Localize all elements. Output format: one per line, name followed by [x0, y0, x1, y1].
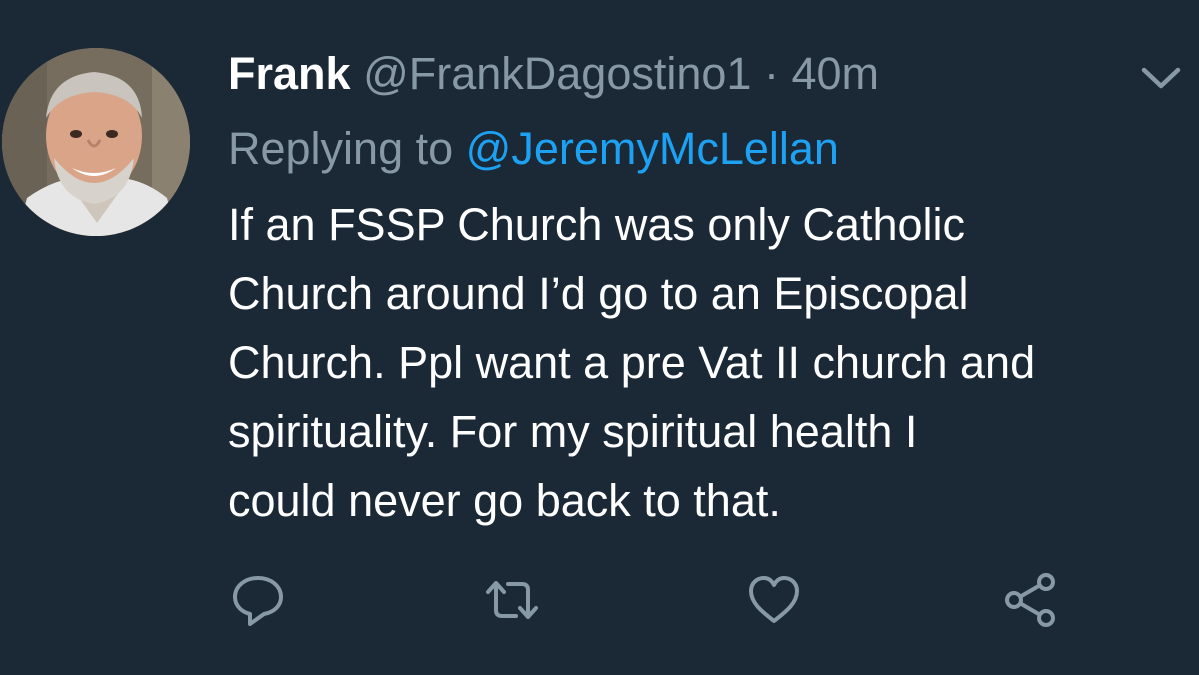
- avatar-photo: [2, 48, 190, 236]
- avatar[interactable]: [2, 48, 190, 236]
- share-icon: [1005, 573, 1055, 627]
- reply-mention-link[interactable]: @JeremyMcLellan: [466, 123, 839, 174]
- replying-to-label: Replying to: [228, 123, 454, 174]
- reply-icon: [233, 576, 283, 626]
- retweet-button[interactable]: [484, 572, 540, 628]
- chevron-down-icon[interactable]: [1138, 60, 1184, 94]
- heart-icon: [749, 576, 799, 623]
- tweet-header: Frank @FrankDagostino1 · 40m: [228, 46, 879, 102]
- tweet-text: If an FSSP Church was only Catholic Chur…: [228, 199, 1036, 526]
- display-name[interactable]: Frank: [228, 48, 351, 99]
- user-handle[interactable]: @FrankDagostino1: [363, 48, 751, 99]
- timestamp[interactable]: 40m: [791, 48, 879, 99]
- reply-button[interactable]: [230, 572, 286, 628]
- separator-dot: ·: [763, 48, 779, 99]
- retweet-icon: [486, 581, 538, 619]
- share-button[interactable]: [1002, 572, 1058, 628]
- tweet-card[interactable]: Frank @FrankDagostino1 · 40m Replying to…: [0, 0, 1199, 675]
- replying-to: Replying to @JeremyMcLellan: [228, 120, 839, 178]
- like-button[interactable]: [746, 572, 802, 628]
